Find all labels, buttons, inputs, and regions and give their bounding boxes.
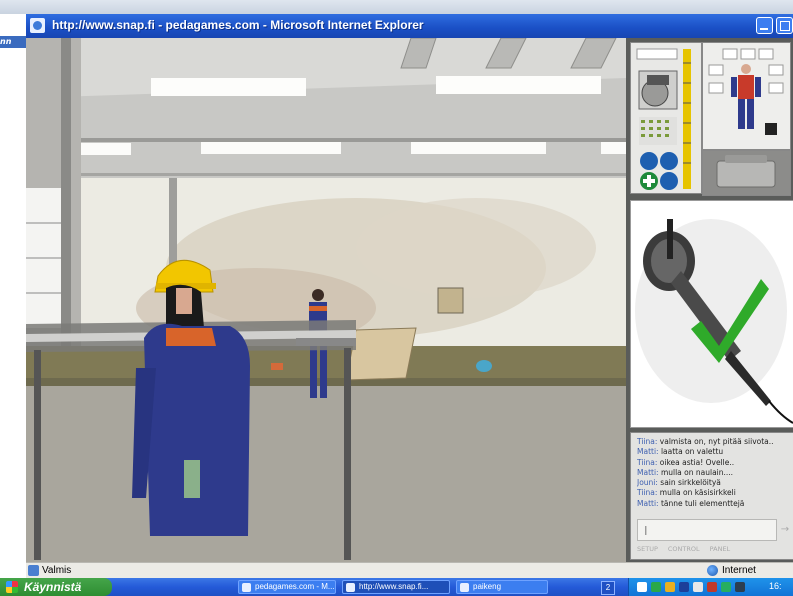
chat-message: Tiina: valmista on, nyt pitää siivota..	[637, 437, 774, 446]
security-zone-text: Internet	[722, 565, 756, 576]
outer-window-strip	[0, 0, 793, 14]
tray-icon[interactable]	[651, 582, 661, 592]
internet-explorer-icon	[346, 583, 355, 592]
lumber-stack	[345, 327, 417, 381]
equip-slot[interactable]	[708, 64, 724, 76]
chat-tab[interactable]: CONTROL	[668, 545, 700, 555]
tray-icon[interactable]	[735, 582, 745, 592]
toolbox-icon[interactable]	[702, 150, 791, 196]
page-icon	[28, 565, 39, 576]
ceiling-light	[411, 142, 546, 154]
start-label: Käynnistä	[24, 580, 82, 594]
chat-panel: Tiina: valmista on, nyt pitää siivota.. …	[630, 432, 793, 560]
windows-flag-icon	[6, 581, 18, 593]
worker-figure-icon	[731, 64, 761, 129]
window-title: http://www.snap.fi - pedagames.com - Mic…	[52, 18, 424, 32]
ceiling-light	[201, 142, 341, 154]
windows-taskbar: Käynnistä pedagames.com - M... http://ww…	[0, 578, 793, 596]
background-window-edge: nn	[0, 14, 26, 569]
minimize-button[interactable]	[756, 17, 773, 34]
tray-icon[interactable]	[693, 582, 703, 592]
ceiling-light	[151, 78, 306, 96]
chat-message: Jouni: sain sirkkelöityä	[637, 478, 721, 488]
tool-grid	[639, 117, 677, 145]
chat-log: Tiina: valmista on, nyt pitää siivota.. …	[637, 437, 787, 509]
ceiling-light	[436, 76, 601, 94]
tray-icon[interactable]	[679, 582, 689, 592]
maximize-button[interactable]	[776, 17, 793, 34]
equip-slot[interactable]	[708, 82, 724, 94]
taskbar-item[interactable]: pedagames.com - M...	[238, 580, 336, 594]
tool-slot[interactable]	[636, 48, 678, 60]
chat-message: Matti: mulla on naulain....	[637, 467, 734, 477]
game-viewport[interactable]	[26, 38, 626, 562]
chat-tabs: SETUP CONTROL PANEL	[637, 545, 787, 555]
level-ruler	[683, 49, 691, 189]
ceiling-light	[601, 142, 626, 154]
notification-badge[interactable]: 2	[601, 581, 615, 595]
tray-icon[interactable]	[665, 582, 675, 592]
browser-titlebar[interactable]: http://www.snap.fi - pedagames.com - Mic…	[26, 14, 793, 38]
equip-slot[interactable]	[722, 48, 738, 60]
safety-sign-icons[interactable]	[640, 152, 678, 190]
chat-message: Matti: tänne tuli elementtejä	[637, 498, 745, 508]
program-icon	[460, 583, 469, 592]
inventory-panel	[630, 42, 702, 194]
internet-zone-icon	[707, 565, 718, 576]
browser-status-bar: Valmis Internet	[26, 562, 793, 578]
circular-saw-icon[interactable]	[638, 70, 678, 110]
equip-slot[interactable]	[740, 48, 756, 60]
chat-send-button[interactable]: →	[778, 519, 792, 541]
chat-tab[interactable]: SETUP	[637, 545, 658, 555]
clock[interactable]: 16:	[769, 581, 782, 591]
chat-message: Matti: laatta on valettu	[637, 447, 724, 457]
chat-message: Tiina: oikea astia! Ovelle..	[637, 457, 735, 467]
background-window-tab[interactable]: nn	[0, 36, 26, 48]
warehouse-scene[interactable]	[26, 38, 626, 562]
chat-message: Tiina: mulla on käsisirkkeli	[637, 488, 736, 498]
status-text: Valmis	[42, 565, 72, 576]
worker-equipment-panel	[702, 42, 791, 150]
selected-tool-view	[630, 200, 793, 428]
game-side-panel: Tiina: valmista on, nyt pitää siivota.. …	[626, 38, 793, 562]
tray-icon[interactable]	[721, 582, 731, 592]
tray-icon[interactable]	[707, 582, 717, 592]
floor-item	[271, 363, 283, 370]
internet-explorer-icon	[30, 18, 45, 33]
boot-slot-icon[interactable]	[765, 123, 777, 135]
equip-slot[interactable]	[768, 64, 784, 76]
system-tray: 2 16:	[601, 578, 793, 596]
chat-tab[interactable]: PANEL	[710, 545, 731, 555]
chat-input[interactable]: I	[637, 519, 777, 541]
equip-slot[interactable]	[768, 82, 784, 94]
internet-explorer-icon	[242, 583, 251, 592]
tray-icon[interactable]	[637, 582, 647, 592]
text-cursor: I	[644, 524, 648, 538]
taskbar-item[interactable]: paikeng	[456, 580, 548, 594]
floor-item	[476, 360, 492, 372]
taskbar-item-active[interactable]: http://www.snap.fi...	[342, 580, 450, 594]
equip-slot[interactable]	[758, 48, 774, 60]
start-button[interactable]: Käynnistä	[0, 578, 112, 596]
